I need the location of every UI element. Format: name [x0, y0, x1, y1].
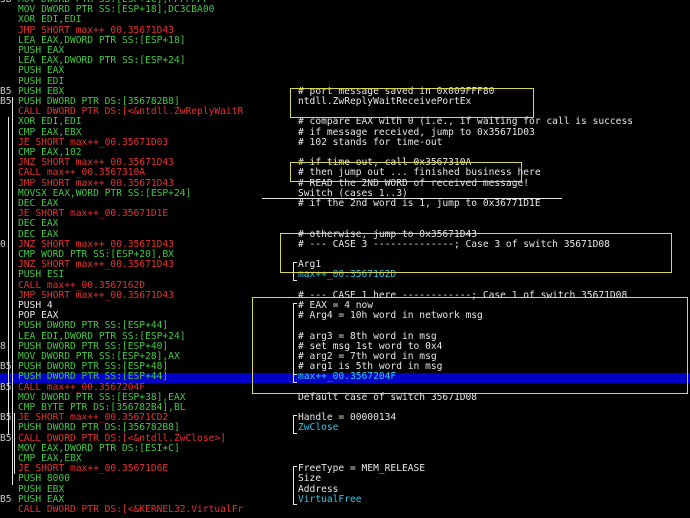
- address-fragment: 3B: [0, 0, 12, 5]
- jump-arrow-line: [14, 413, 15, 475]
- comment-text: # 102 stands for time-out: [298, 136, 443, 148]
- comment-text: ZwClose: [298, 422, 339, 434]
- address-fragment: B5: [0, 96, 12, 107]
- disassembly-pane[interactable]: MOV DWORD PTR SS:[ESP+1C],FFFFFFFMOV DWO…: [0, 0, 690, 518]
- address-fragment: 0: [0, 238, 6, 250]
- comment-text: Default case of switch 35671D08: [298, 391, 478, 403]
- annotation-box: [280, 233, 672, 273]
- annotation-underline: [262, 198, 562, 199]
- jump-arrow-line: [12, 97, 13, 485]
- annotation-box: [290, 88, 534, 118]
- address-fragment: B5: [0, 493, 12, 505]
- arg-bracket: [293, 466, 297, 505]
- arg-bracket: [293, 415, 297, 434]
- address-fragment: B5: [0, 381, 12, 393]
- address-fragment: B5: [0, 432, 12, 444]
- comment-text: VirtualFree: [298, 493, 362, 505]
- comment-text: # if the 2nd word is 1, jump to 0x36771D…: [298, 198, 541, 209]
- jump-arrow-line: [8, 117, 9, 434]
- annotation-box: [290, 162, 522, 182]
- annotation-box: [252, 297, 688, 394]
- address-fragment: B5: [0, 361, 12, 373]
- address-column: 3BB5B508B5B5B5B5B5: [0, 0, 18, 518]
- address-fragment: 8: [0, 340, 6, 352]
- code-line[interactable]: CALL DWORD PTR DS:[<&KERNEL32.VirtualFr: [18, 504, 243, 515]
- address-fragment: B5: [0, 412, 12, 424]
